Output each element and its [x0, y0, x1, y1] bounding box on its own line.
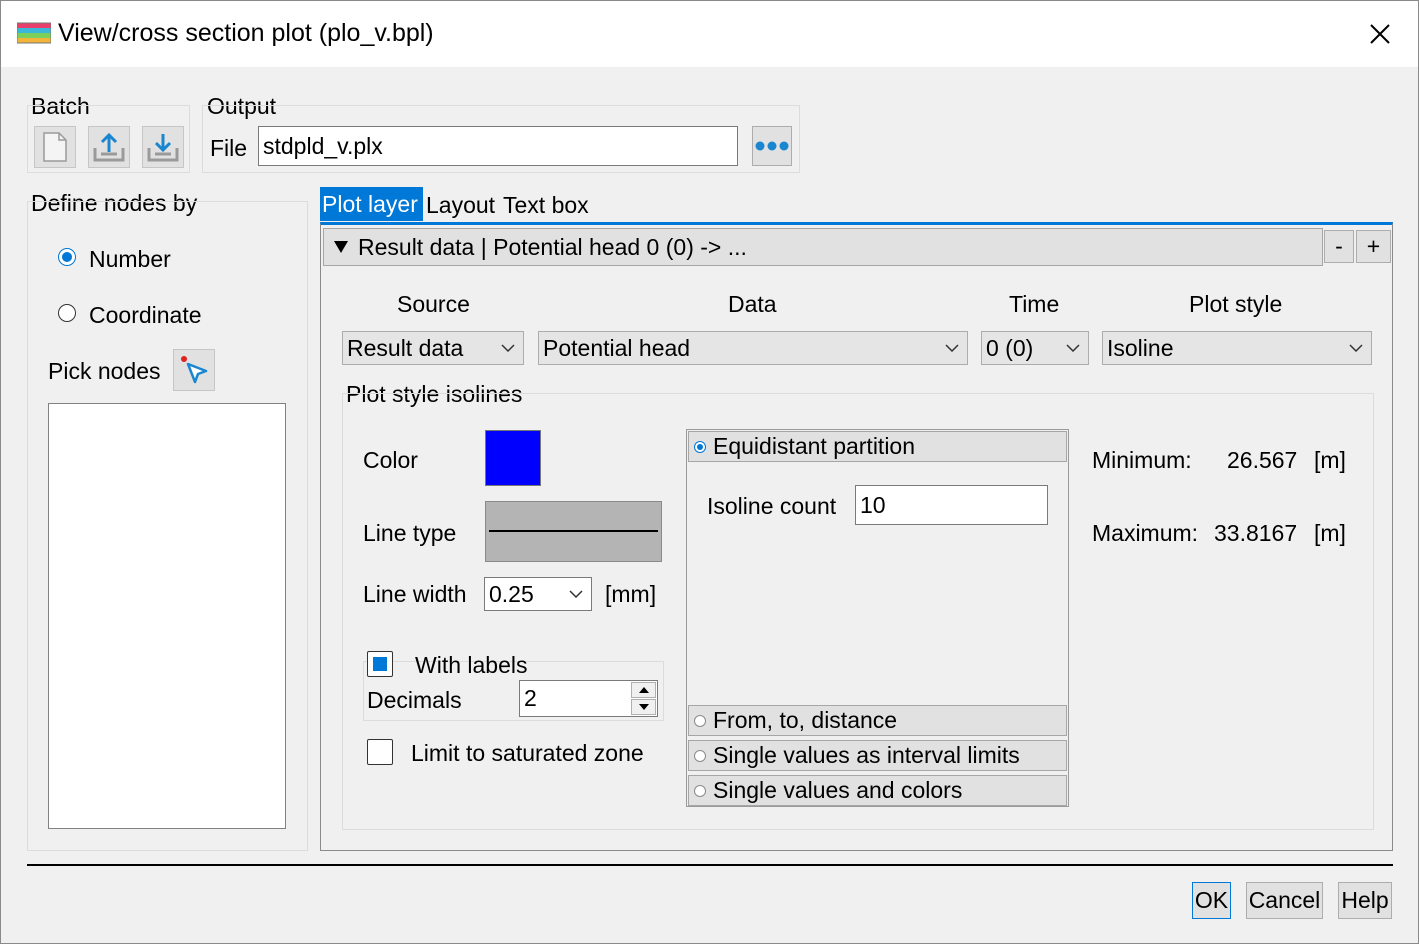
- pick-cursor-icon: [181, 356, 208, 384]
- maximum-label: Maximum:: [1092, 520, 1199, 546]
- tab-layout[interactable]: Layout: [426, 192, 495, 219]
- chevron-down-icon: [501, 344, 515, 352]
- decimals-up-button[interactable]: [631, 682, 656, 698]
- layer-header-text: Result data | Potential head 0 (0) -> ..…: [358, 233, 747, 260]
- interval-limits-label: Single values as interval limits: [713, 742, 1020, 768]
- line-width-select[interactable]: 0.25: [484, 577, 592, 611]
- source-label: Source: [397, 291, 470, 317]
- help-button[interactable]: Help: [1338, 882, 1392, 919]
- time-label: Time: [1009, 291, 1060, 317]
- isoline-count-input[interactable]: 10: [855, 485, 1048, 525]
- equidistant-radio[interactable]: [694, 441, 706, 453]
- color-swatch[interactable]: [485, 430, 541, 486]
- partition-option-from-to[interactable]: From, to, distance: [688, 705, 1067, 736]
- chevron-down-icon: [945, 344, 959, 352]
- output-file-input[interactable]: stdpld_v.plx: [258, 126, 738, 166]
- data-label: Data: [728, 291, 777, 317]
- collapse-triangle-icon: [334, 241, 348, 253]
- app-icon: [17, 22, 51, 44]
- close-icon: [1370, 24, 1390, 44]
- chevron-down-icon: [569, 590, 583, 598]
- dialog-window: View/cross section plot (plo_v.bpl) Batc…: [0, 0, 1419, 944]
- line-width-unit: [mm]: [605, 581, 657, 607]
- limit-saturated-label: Limit to saturated zone: [411, 740, 644, 766]
- line-width-label: Line width: [363, 581, 467, 607]
- new-file-icon: [43, 132, 67, 162]
- partition-option-values-colors[interactable]: Single values and colors: [688, 775, 1067, 806]
- title-bar: View/cross section plot (plo_v.bpl): [1, 1, 1418, 67]
- cancel-button[interactable]: Cancel: [1246, 882, 1323, 919]
- file-label: File: [210, 135, 248, 161]
- coordinate-radio[interactable]: [58, 304, 76, 322]
- tab-plot-layer[interactable]: Plot layer: [320, 187, 423, 221]
- pick-nodes-label: Pick nodes: [48, 358, 161, 384]
- partition-option-equidistant[interactable]: Equidistant partition: [688, 431, 1067, 462]
- maximum-unit: [m]: [1314, 520, 1346, 546]
- values-colors-radio[interactable]: [694, 785, 706, 797]
- ok-button[interactable]: OK: [1192, 882, 1231, 919]
- layer-header[interactable]: Result data | Potential head 0 (0) -> ..…: [323, 228, 1323, 266]
- coordinate-radio-label: Coordinate: [89, 302, 202, 328]
- isoline-count-label: Isoline count: [707, 493, 837, 519]
- tab-text-box[interactable]: Text box: [503, 192, 589, 219]
- line-type-picker[interactable]: [485, 501, 662, 562]
- equidistant-label: Equidistant partition: [713, 433, 916, 459]
- plot-style-select-value: Isoline: [1107, 334, 1174, 361]
- line-type-sample: [489, 530, 658, 532]
- with-labels-checkbox[interactable]: [367, 651, 393, 677]
- color-label: Color: [363, 447, 418, 473]
- footer-divider: [27, 864, 1393, 866]
- download-icon: [147, 134, 179, 162]
- line-type-label: Line type: [363, 520, 457, 546]
- remove-layer-button[interactable]: -: [1324, 230, 1354, 263]
- data-select[interactable]: Potential head: [538, 331, 968, 365]
- minimum-value: 26.567: [1227, 447, 1298, 473]
- arrow-down-icon: [638, 704, 649, 710]
- source-select-value: Result data: [347, 334, 464, 361]
- close-button[interactable]: [1351, 9, 1409, 59]
- number-radio[interactable]: [58, 248, 76, 266]
- plot-style-label: Plot style: [1189, 291, 1283, 317]
- batch-new-button[interactable]: [34, 126, 76, 168]
- with-labels-label: With labels: [415, 652, 528, 678]
- more-icon: [755, 141, 789, 151]
- batch-import-button[interactable]: [142, 126, 184, 168]
- time-select-value: 0 (0): [986, 334, 1034, 361]
- plot-style-select[interactable]: Isoline: [1102, 331, 1372, 365]
- minimum-label: Minimum:: [1092, 447, 1192, 473]
- batch-export-button[interactable]: [88, 126, 130, 168]
- partition-option-interval-limits[interactable]: Single values as interval limits: [688, 740, 1067, 771]
- line-width-value: 0.25: [489, 580, 534, 607]
- data-select-value: Potential head: [543, 334, 691, 361]
- values-colors-label: Single values and colors: [713, 777, 963, 803]
- arrow-up-icon: [638, 687, 649, 693]
- chevron-down-icon: [1066, 344, 1080, 352]
- node-list[interactable]: [48, 403, 286, 829]
- interval-limits-radio[interactable]: [694, 750, 706, 762]
- decimals-label: Decimals: [367, 687, 462, 713]
- browse-file-button[interactable]: [752, 126, 792, 166]
- time-select[interactable]: 0 (0): [981, 331, 1089, 365]
- from-to-label: From, to, distance: [713, 707, 898, 733]
- decimals-value: 2: [524, 685, 537, 711]
- decimals-down-button[interactable]: [631, 699, 656, 715]
- limit-saturated-checkbox[interactable]: [367, 739, 393, 765]
- upload-icon: [93, 132, 125, 162]
- window-title: View/cross section plot (plo_v.bpl): [58, 19, 434, 47]
- pick-nodes-button[interactable]: [173, 349, 215, 391]
- minimum-unit: [m]: [1314, 447, 1346, 473]
- tab-plot-layer-label: Plot layer: [322, 191, 418, 217]
- source-select[interactable]: Result data: [342, 331, 524, 365]
- number-radio-label: Number: [89, 246, 171, 272]
- from-to-radio[interactable]: [694, 715, 706, 727]
- add-layer-button[interactable]: +: [1356, 230, 1391, 263]
- chevron-down-icon: [1349, 344, 1363, 352]
- maximum-value: 33.8167: [1214, 520, 1298, 546]
